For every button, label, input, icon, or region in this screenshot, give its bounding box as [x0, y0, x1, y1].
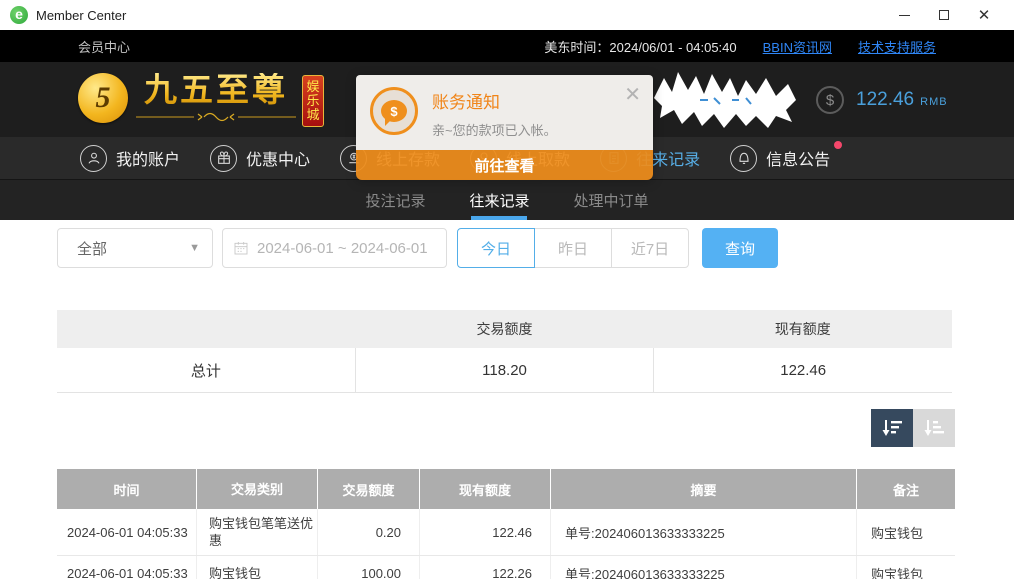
table-row: 2024-06-01 04:05:33 购宝钱包笔笔送优惠 0.20 122.4…	[57, 509, 955, 556]
balance-display[interactable]: $ 122.46 RMB	[816, 86, 948, 114]
member-center-window: e Member Center ✕ 会员中心 美东时间：2024/06/01 -…	[0, 0, 1014, 579]
bbin-news-link[interactable]: BBIN资讯网	[763, 37, 832, 56]
filter-row: 全部 ▼ 2024-06-01 ~ 2024-06-01 今日 昨日 近7日 查…	[57, 228, 1014, 268]
nav-item-my-account[interactable]: 我的账户	[80, 145, 180, 172]
maximize-icon	[939, 10, 949, 20]
bell-icon	[730, 145, 757, 172]
summary-header-transaction: 交易额度	[355, 310, 653, 348]
sub-nav: 投注记录 往来记录 处理中订单	[0, 180, 1014, 220]
summary-total-balance: 122.46	[653, 348, 952, 392]
notice-close-icon[interactable]: ✕	[624, 85, 641, 105]
row-type: 购宝钱包	[197, 556, 318, 579]
row-summary: 单号:202406013633333225	[551, 556, 857, 579]
yesterday-button[interactable]: 昨日	[534, 228, 612, 268]
row-time: 2024-06-01 04:05:33	[57, 509, 197, 555]
user-icon	[80, 145, 107, 172]
money-bubble-icon: $	[370, 87, 418, 135]
chevron-down-icon: ▼	[189, 242, 200, 254]
notice-action-button[interactable]: 前往查看	[356, 150, 653, 180]
sort-ascending-button[interactable]	[913, 409, 955, 447]
row-balance: 122.46	[420, 509, 551, 555]
today-button[interactable]: 今日	[457, 228, 535, 268]
row-amount: 100.00	[318, 556, 420, 579]
tab-transaction-records[interactable]: 往来记录	[469, 180, 529, 220]
summary-header-balance: 现有额度	[654, 310, 952, 348]
table-row: 2024-06-01 04:05:33 购宝钱包 100.00 122.26 单…	[57, 556, 955, 579]
last7days-button[interactable]: 近7日	[611, 228, 689, 268]
breadcrumb: 会员中心	[78, 37, 130, 56]
records-table: 时间 交易类别 交易额度 现有额度 摘要 备注 2024-06-01 04:05…	[57, 469, 955, 579]
tab-bet-records[interactable]: 投注记录	[365, 180, 425, 220]
type-select[interactable]: 全部 ▼	[57, 228, 213, 268]
minimize-icon	[899, 15, 910, 16]
username-redaction-scribble	[648, 70, 800, 132]
calendar-icon	[233, 240, 249, 256]
date-range-input[interactable]: 2024-06-01 ~ 2024-06-01	[222, 228, 447, 268]
sort-descending-icon	[881, 418, 903, 438]
account-notice-popup: $ 账务通知 亲~您的款项已入帐。 ✕ 前往查看	[356, 75, 653, 180]
site-logo[interactable]: 5 九五至尊 娱乐城	[78, 73, 324, 127]
sort-descending-button[interactable]	[871, 409, 913, 447]
window-title: Member Center	[36, 8, 126, 23]
summary-total-label: 总计	[57, 348, 355, 392]
notification-badge-dot	[834, 141, 842, 149]
summary-header-blank	[57, 310, 355, 348]
browser-e-icon: e	[10, 6, 28, 24]
quick-date-group: 今日 昨日 近7日	[457, 228, 689, 268]
row-time: 2024-06-01 04:05:33	[57, 556, 197, 579]
gift-icon	[210, 145, 237, 172]
logo-subtitle: 娱乐城	[302, 75, 324, 127]
col-amount: 交易额度	[318, 469, 420, 509]
content-area: 全部 ▼ 2024-06-01 ~ 2024-06-01 今日 昨日 近7日 查…	[0, 220, 1014, 579]
maximize-button[interactable]	[924, 2, 964, 28]
notice-title: 账务通知	[432, 88, 557, 113]
minimize-button[interactable]	[884, 2, 924, 28]
balance-currency: RMB	[920, 92, 947, 108]
close-icon: ✕	[978, 8, 991, 23]
nav-item-announcements[interactable]: 信息公告	[730, 145, 830, 172]
notice-message: 亲~您的款项已入帐。	[432, 120, 557, 139]
tech-support-link[interactable]: 技术支持服务	[858, 37, 936, 56]
col-remark: 备注	[857, 469, 955, 509]
logo-flourish-icon	[136, 110, 296, 124]
col-summary: 摘要	[551, 469, 857, 509]
sort-controls	[57, 409, 955, 447]
row-summary: 单号:202406013633333225	[551, 509, 857, 555]
row-amount: 0.20	[318, 509, 420, 555]
dollar-circle-icon: $	[816, 86, 844, 114]
titlebar: e Member Center ✕	[0, 0, 1014, 30]
sort-ascending-icon	[923, 418, 945, 438]
row-remark: 购宝钱包	[857, 509, 955, 555]
logo-monogram-icon: 5	[78, 73, 128, 123]
logo-text: 九五至尊	[144, 73, 288, 109]
tab-pending-orders[interactable]: 处理中订单	[574, 180, 649, 220]
summary-total-row: 总计 118.20 122.46	[57, 348, 952, 392]
records-header-row: 时间 交易类别 交易额度 现有额度 摘要 备注	[57, 469, 955, 509]
info-bar: 会员中心 美东时间：2024/06/01 - 04:05:40 BBIN资讯网 …	[0, 30, 1014, 62]
row-balance: 122.26	[420, 556, 551, 579]
balance-amount: 122.46	[856, 89, 914, 111]
nav-item-promotions[interactable]: 优惠中心	[210, 145, 310, 172]
col-type: 交易类别	[197, 469, 318, 509]
col-time: 时间	[57, 469, 197, 509]
summary-table: 交易额度 现有额度 总计 118.20 122.46	[57, 310, 952, 393]
row-remark: 购宝钱包	[857, 556, 955, 579]
summary-total-transaction: 118.20	[355, 348, 654, 392]
row-type: 购宝钱包笔笔送优惠	[197, 509, 318, 555]
close-button[interactable]: ✕	[964, 2, 1004, 28]
search-button[interactable]: 查询	[702, 228, 778, 268]
server-time: 美东时间：2024/06/01 - 04:05:40	[544, 37, 736, 56]
summary-header-row: 交易额度 现有额度	[57, 310, 952, 348]
col-balance: 现有额度	[420, 469, 551, 509]
